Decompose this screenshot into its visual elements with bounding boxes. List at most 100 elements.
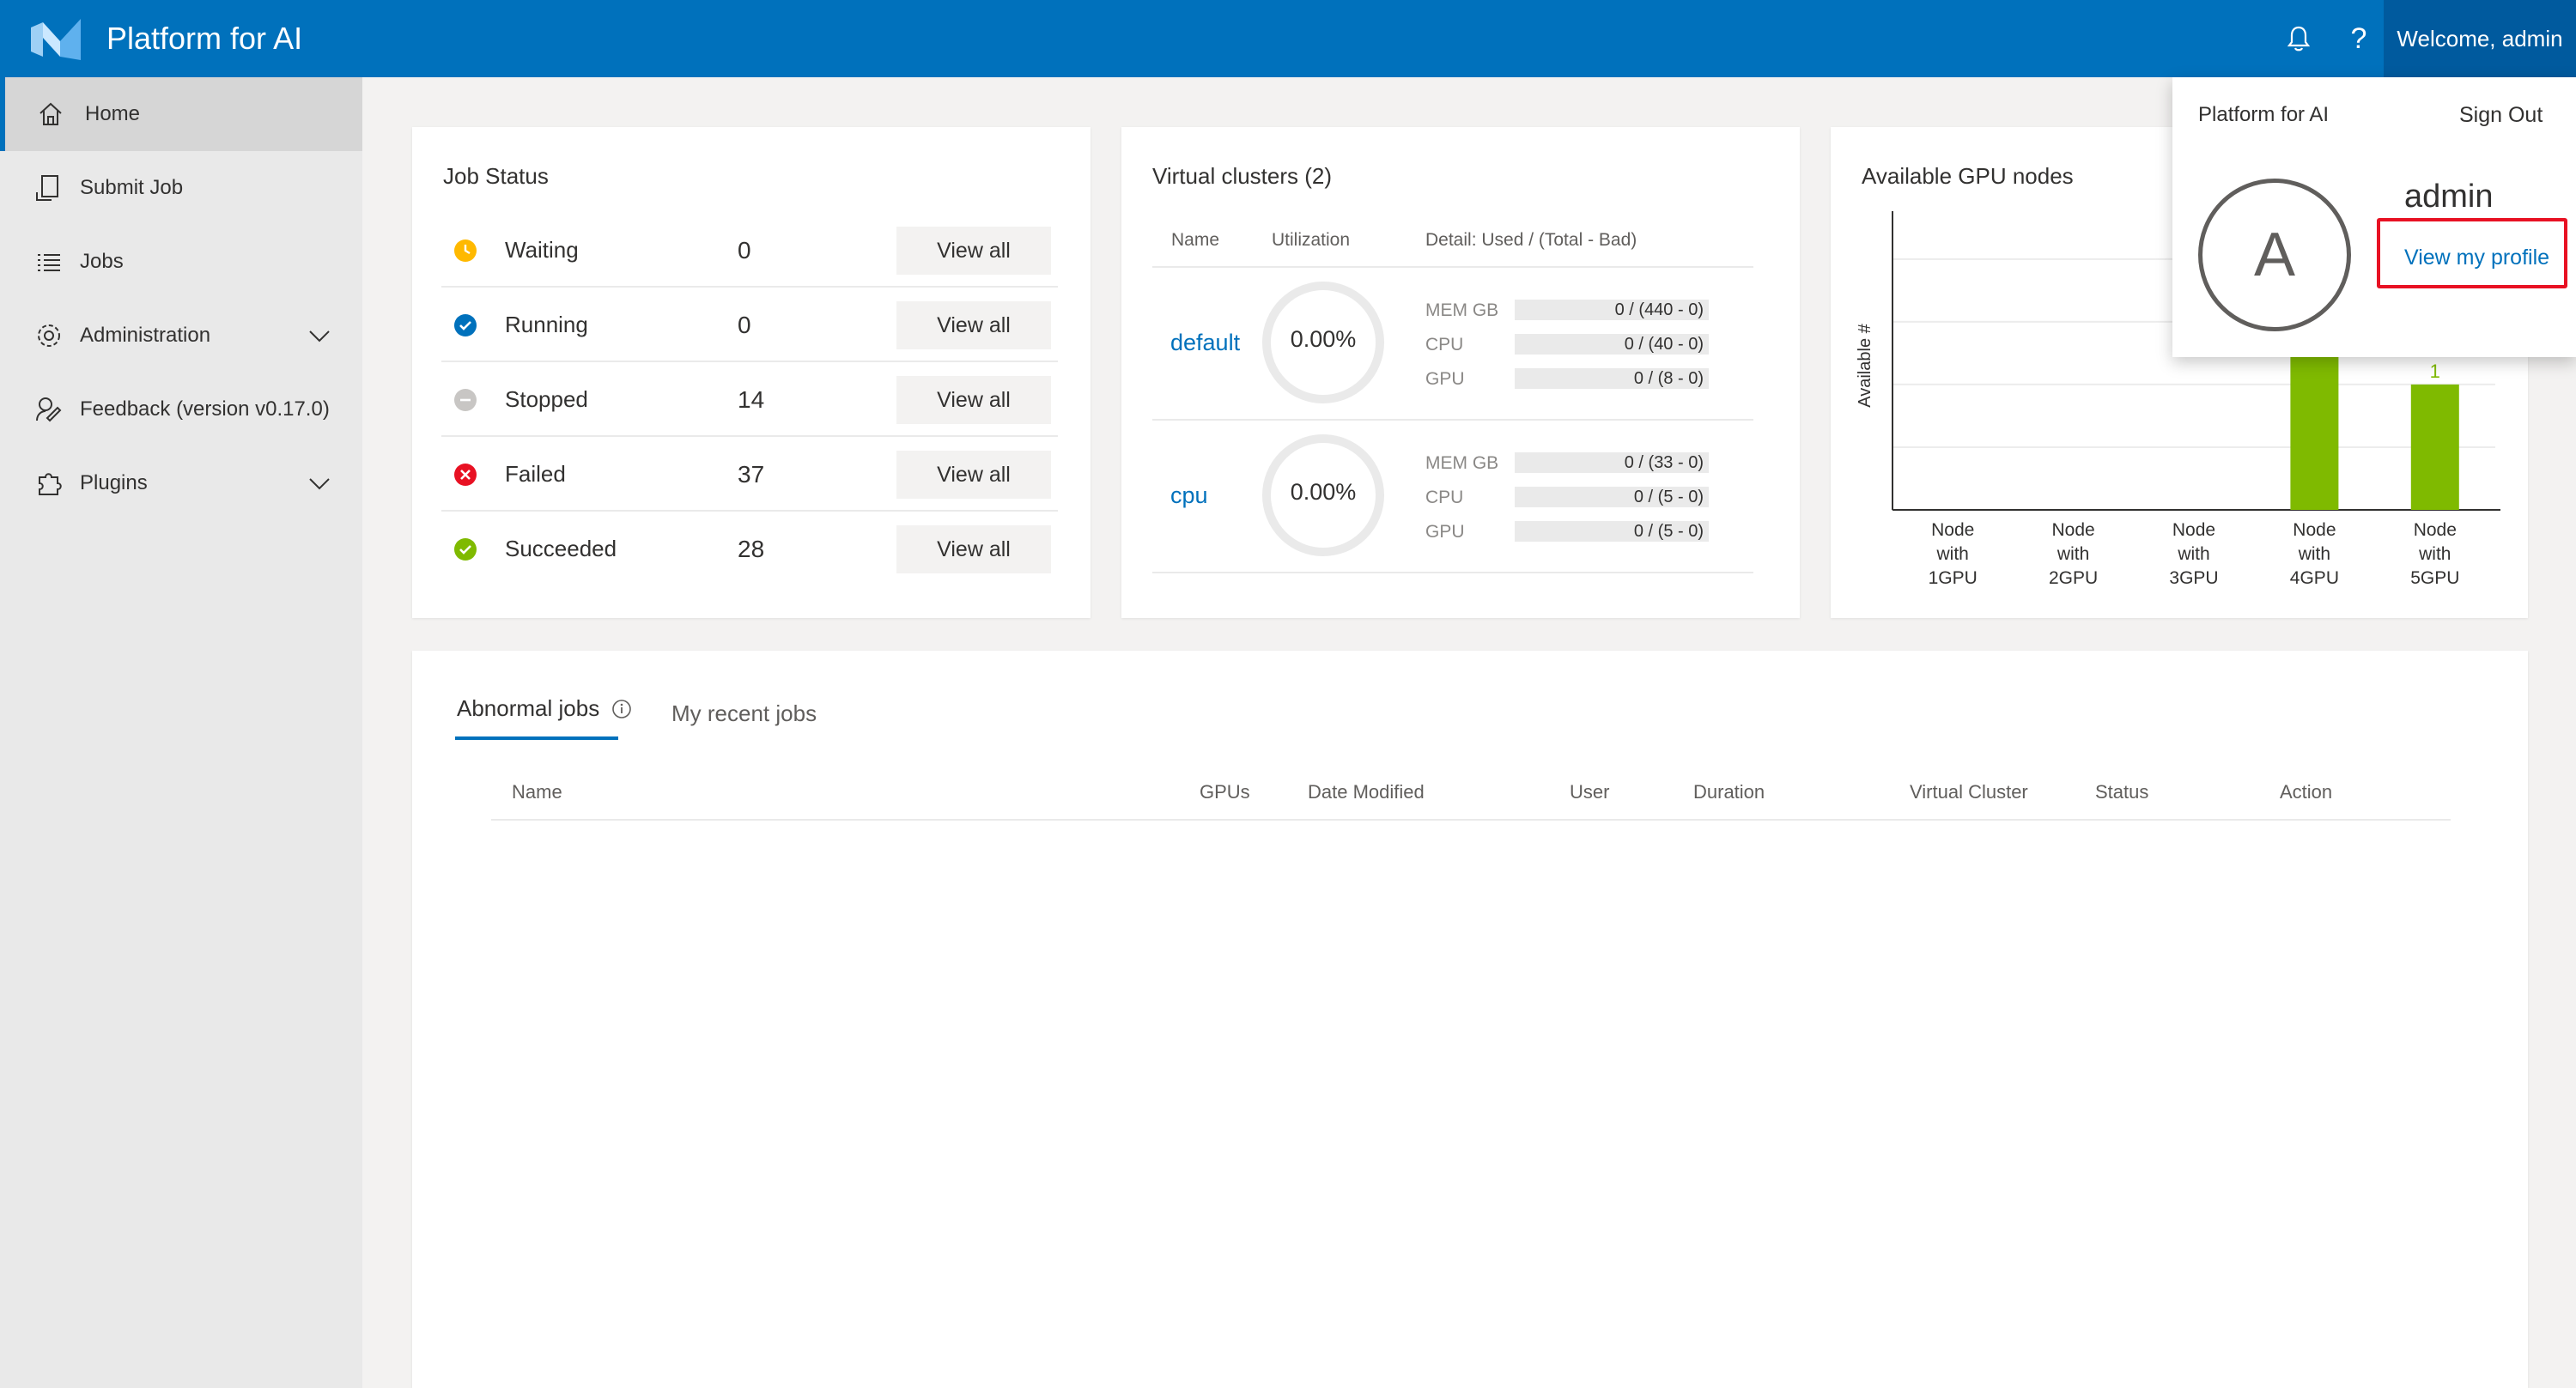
y-axis-label: Available # [1856, 323, 1874, 407]
sidebar: Home Submit Job Jobs Administration Feed… [0, 77, 362, 1388]
status-count: 0 [738, 237, 751, 264]
column-header-name[interactable]: Name [512, 781, 562, 803]
popup-app-name: Platform for AI [2198, 103, 2330, 126]
resource-bar: 0 / (33 - 0) [1515, 452, 1709, 473]
x-tick-label: with [2418, 544, 2451, 564]
x-tick-label: 5GPU [2410, 568, 2459, 588]
view-all-stopped-button[interactable]: View all [896, 376, 1051, 424]
sign-out-button[interactable]: Sign Out [2459, 103, 2543, 128]
table-header-divider [491, 819, 2451, 821]
bar-data-label: 1 [2430, 361, 2440, 382]
view-all-succeeded-button[interactable]: View all [896, 525, 1051, 573]
x-tick-label: 4GPU [2290, 568, 2339, 588]
column-header-date-modified[interactable]: Date Modified [1308, 781, 1425, 803]
user-menu-button[interactable]: Welcome, admin [2384, 0, 2576, 77]
sidebar-item-submit-job[interactable]: Submit Job [0, 151, 362, 225]
utilization-percent: 0.00% [1290, 326, 1357, 352]
gear-icon [38, 324, 60, 347]
sidebar-item-feedback[interactable]: Feedback (version v0.17.0) [0, 373, 362, 446]
column-header-gpus[interactable]: GPUs [1200, 781, 1250, 803]
home-icon [39, 102, 62, 125]
status-label: Stopped [505, 386, 588, 412]
check-circle-icon [454, 314, 477, 336]
utilization-percent: 0.00% [1290, 479, 1357, 505]
gpu-bar [2410, 384, 2459, 510]
x-tick-label: Node [2414, 520, 2457, 540]
tab-abnormal-jobs[interactable]: Abnormal jobs [457, 695, 599, 722]
sidebar-item-administration[interactable]: Administration [0, 299, 362, 373]
job-status-row-waiting: Waiting 0 View all [441, 213, 1058, 288]
column-header-duration[interactable]: Duration [1693, 781, 1765, 803]
job-status-row-succeeded: Succeeded 28 View all [441, 512, 1058, 586]
x-tick-label: with [2298, 544, 2330, 564]
success-circle-icon [454, 538, 477, 561]
column-header-action[interactable]: Action [2280, 781, 2332, 803]
resource-label: CPU [1425, 335, 1464, 355]
submit-job-icon [36, 175, 58, 201]
column-header-status[interactable]: Status [2095, 781, 2148, 803]
sidebar-item-label: Feedback (version v0.17.0) [80, 397, 330, 421]
job-status-row-stopped: Stopped 14 View all [441, 362, 1058, 437]
x-tick-label: Node [2172, 520, 2215, 540]
view-all-waiting-button[interactable]: View all [896, 227, 1051, 275]
cluster-link-cpu[interactable]: cpu [1170, 482, 1208, 509]
sidebar-item-home[interactable]: Home [0, 77, 362, 151]
x-tick-label: 1GPU [1929, 568, 1978, 588]
view-my-profile-link[interactable]: View my profile [2404, 245, 2549, 270]
error-circle-icon [454, 464, 477, 486]
column-header-utilization: Utilization [1272, 230, 1351, 250]
resource-bar: 0 / (5 - 0) [1515, 521, 1709, 542]
view-all-failed-button[interactable]: View all [896, 451, 1051, 499]
resource-label: MEM GB [1425, 300, 1499, 320]
app-title[interactable]: Platform for AI [106, 19, 302, 58]
sidebar-item-plugins[interactable]: Plugins [0, 446, 362, 520]
jobs-panel: Abnormal jobs My recent jobs Name GPUs D… [412, 651, 2528, 1388]
column-header-user[interactable]: User [1570, 781, 1609, 803]
sidebar-item-label: Home [85, 102, 141, 125]
x-tick-label: 2GPU [2049, 568, 2098, 588]
avatar: A [2198, 179, 2351, 331]
x-tick-label: Node [2051, 520, 2094, 540]
resource-label: GPU [1425, 522, 1465, 542]
sidebar-item-label: Submit Job [80, 176, 184, 199]
column-header-virtual-cluster[interactable]: Virtual Cluster [1910, 781, 2028, 803]
virtual-clusters-card: Virtual clusters (2) Name Utilization De… [1121, 127, 1800, 618]
info-icon[interactable] [611, 699, 632, 719]
clock-icon [454, 239, 477, 262]
notification-bell-icon[interactable] [2279, 19, 2318, 58]
x-tick-label: 3GPU [2169, 568, 2218, 588]
logo-icon [31, 19, 81, 60]
list-icon [38, 254, 60, 271]
divider [1152, 419, 1753, 421]
resource-bar: 0 / (8 - 0) [1515, 368, 1709, 389]
card-title: Job Status [443, 163, 549, 189]
profile-popup: Platform for AI Sign Out A admin View my… [2172, 77, 2576, 357]
stop-circle-icon [454, 389, 477, 411]
status-count: 37 [738, 461, 765, 488]
resource-label: GPU [1425, 369, 1465, 389]
sidebar-item-label: Administration [80, 324, 211, 347]
active-tab-indicator [455, 736, 618, 740]
resource-bar: 0 / (5 - 0) [1515, 487, 1709, 507]
divider [1152, 572, 1753, 573]
resource-label: MEM GB [1425, 453, 1499, 473]
status-label: Succeeded [505, 536, 617, 561]
view-all-running-button[interactable]: View all [896, 301, 1051, 349]
status-label: Failed [505, 461, 566, 487]
x-tick-label: Node [2293, 520, 2336, 540]
cluster-link-default[interactable]: default [1170, 330, 1240, 356]
column-header-name: Name [1171, 230, 1220, 250]
tab-my-recent-jobs[interactable]: My recent jobs [671, 700, 817, 727]
popup-username: admin [2404, 179, 2494, 215]
job-status-row-running: Running 0 View all [441, 288, 1058, 362]
divider [1152, 266, 1753, 268]
card-title: Virtual clusters (2) [1152, 163, 1333, 189]
chevron-down-icon[interactable] [307, 324, 331, 348]
x-tick-label: with [2177, 544, 2209, 564]
help-icon[interactable]: ? [2339, 19, 2379, 58]
sidebar-item-jobs[interactable]: Jobs [0, 225, 362, 299]
job-status-row-failed: Failed 37 View all [441, 437, 1058, 512]
chevron-down-icon[interactable] [307, 471, 331, 495]
x-tick-label: Node [1931, 520, 1974, 540]
sidebar-item-label: Jobs [80, 250, 124, 273]
